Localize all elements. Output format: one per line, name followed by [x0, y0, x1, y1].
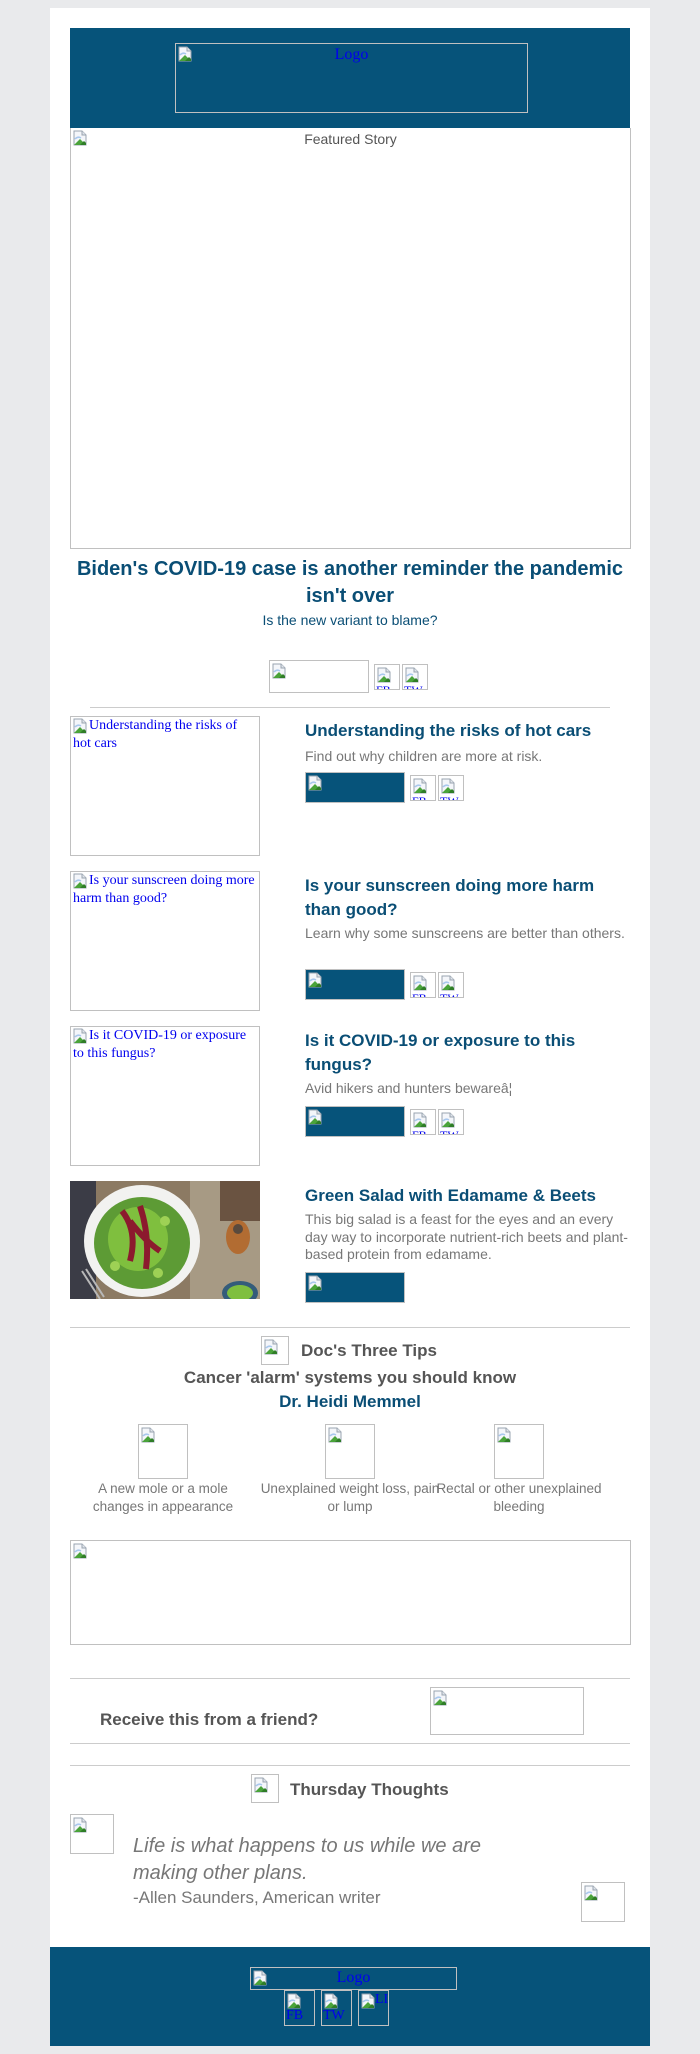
- broken-image-icon: [73, 1543, 87, 1559]
- tip-label: Rectal or other unexplained bleeding: [436, 1481, 602, 1514]
- article-share-twitter[interactable]: TW: [438, 972, 464, 998]
- broken-image-icon: [73, 1028, 87, 1044]
- thoughts-heading: Thursday Thoughts: [290, 1780, 449, 1799]
- broken-image-icon: [328, 1427, 342, 1443]
- article-share-twitter[interactable]: TW: [438, 775, 464, 801]
- subscribe-button[interactable]: [430, 1687, 584, 1735]
- broken-image-icon: [287, 1993, 301, 2009]
- recipe-read-more-button[interactable]: [305, 1272, 405, 1303]
- divider: [70, 1327, 630, 1328]
- doc-tips-subheading: Cancer 'alarm' systems you should know: [183, 1368, 517, 1387]
- promo-banner-image[interactable]: [70, 1540, 631, 1645]
- article-title[interactable]: Is your sunscreen doing more harm than g…: [305, 874, 625, 922]
- broken-image-icon: [308, 1109, 322, 1125]
- broken-image-icon: [433, 1690, 447, 1706]
- article-read-more-button[interactable]: [305, 772, 405, 803]
- featured-title[interactable]: Biden's COVID-19 case is another reminde…: [70, 556, 630, 610]
- quote-text: Life is what happens to us while we are …: [133, 1835, 481, 1884]
- broken-image-icon: [361, 1993, 375, 2009]
- footer-logo[interactable]: Logo: [250, 1967, 457, 1990]
- featured-subtitle: Is the new variant to blame?: [262, 612, 438, 628]
- broken-image-icon: [272, 663, 286, 679]
- broken-image-icon: [308, 1275, 322, 1291]
- broken-image-icon: [308, 972, 322, 988]
- article-share-facebook[interactable]: FB: [410, 1109, 436, 1135]
- broken-image-icon: [308, 775, 322, 791]
- footer: Logo FB TW LI: [50, 1947, 650, 2046]
- broken-image-icon: [73, 718, 87, 734]
- article-share-twitter[interactable]: TW: [438, 1109, 464, 1135]
- broken-image-icon: [441, 1112, 455, 1128]
- broken-image-icon: [405, 667, 419, 683]
- article-title[interactable]: Understanding the risks of hot cars: [305, 719, 625, 743]
- tip-label: Unexplained weight loss, pain or lump: [260, 1481, 440, 1514]
- broken-image-icon: [264, 1339, 278, 1355]
- doc-tips-author[interactable]: Dr. Heidi Memmel: [70, 1391, 630, 1413]
- broken-image-icon: [141, 1427, 155, 1443]
- article-image[interactable]: Is your sunscreen doing more harm than g…: [70, 871, 260, 1011]
- quote-close-image: [581, 1882, 625, 1922]
- doc-tips-heading: Doc's Three Tips: [301, 1341, 437, 1360]
- featured-read-more-button[interactable]: [269, 660, 369, 693]
- friend-text: Receive this from a friend?: [100, 1710, 319, 1729]
- quote-attribution: -Allen Saunders, American writer: [133, 1888, 381, 1907]
- broken-image-icon: [413, 975, 427, 991]
- article-read-more-button[interactable]: [305, 1106, 405, 1137]
- footer-facebook-link[interactable]: FB: [284, 1990, 315, 2026]
- logo-image[interactable]: Logo: [175, 43, 528, 113]
- broken-image-icon: [441, 778, 455, 794]
- salad-photo: [70, 1181, 260, 1299]
- tip-image: [494, 1424, 544, 1479]
- broken-image-icon: [254, 1777, 268, 1793]
- featured-share-twitter[interactable]: TW: [402, 664, 428, 690]
- featured-image[interactable]: Featured Story: [70, 128, 631, 549]
- divider: [70, 1765, 630, 1766]
- logo-alt-text: Logo: [334, 46, 369, 63]
- tip-image: [138, 1424, 188, 1479]
- broken-image-icon: [73, 873, 87, 889]
- divider: [90, 707, 610, 708]
- recipe-image[interactable]: [70, 1181, 260, 1299]
- footer-twitter-link[interactable]: TW: [321, 1990, 352, 2026]
- article-share-facebook[interactable]: FB: [410, 972, 436, 998]
- article-share-facebook[interactable]: FB: [410, 775, 436, 801]
- broken-image-icon: [377, 667, 391, 683]
- broken-image-icon: [497, 1427, 511, 1443]
- article-image[interactable]: Understanding the risks of hot cars: [70, 716, 260, 856]
- article-description: Find out why children are more at risk.: [305, 748, 543, 764]
- broken-image-icon: [413, 1112, 427, 1128]
- thoughts-icon: [251, 1774, 279, 1803]
- broken-image-icon: [73, 1817, 87, 1833]
- email-container: Logo Featured Story Biden's COVID-19 cas…: [50, 8, 650, 2046]
- doc-tips-icon: [261, 1336, 289, 1365]
- recipe-title[interactable]: Green Salad with Edamame & Beets: [305, 1184, 635, 1208]
- quote-open-image: [70, 1814, 114, 1854]
- article-image[interactable]: Is it COVID-19 or exposure to this fungu…: [70, 1026, 260, 1166]
- footer-linkedin-link[interactable]: LI: [358, 1990, 389, 2026]
- broken-image-icon: [584, 1885, 598, 1901]
- recipe-description: This big salad is a feast for the eyes a…: [305, 1211, 628, 1262]
- featured-share-facebook[interactable]: FB: [374, 664, 400, 690]
- broken-image-icon: [324, 1993, 338, 2009]
- article-read-more-button[interactable]: [305, 969, 405, 1000]
- divider: [70, 1743, 630, 1744]
- divider: [70, 1678, 630, 1679]
- article-description: Learn why some sunscreens are better tha…: [305, 925, 625, 941]
- featured-image-alt: Featured Story: [304, 131, 397, 147]
- article-title[interactable]: Is it COVID-19 or exposure to this fungu…: [305, 1029, 625, 1077]
- tip-image: [325, 1424, 375, 1479]
- article-description: Avid hikers and hunters bewareâ¦: [305, 1080, 513, 1096]
- tip-label: A new mole or a mole changes in appearan…: [92, 1481, 234, 1514]
- broken-image-icon: [413, 778, 427, 794]
- broken-image-icon: [441, 975, 455, 991]
- header-banner: Logo: [70, 28, 630, 128]
